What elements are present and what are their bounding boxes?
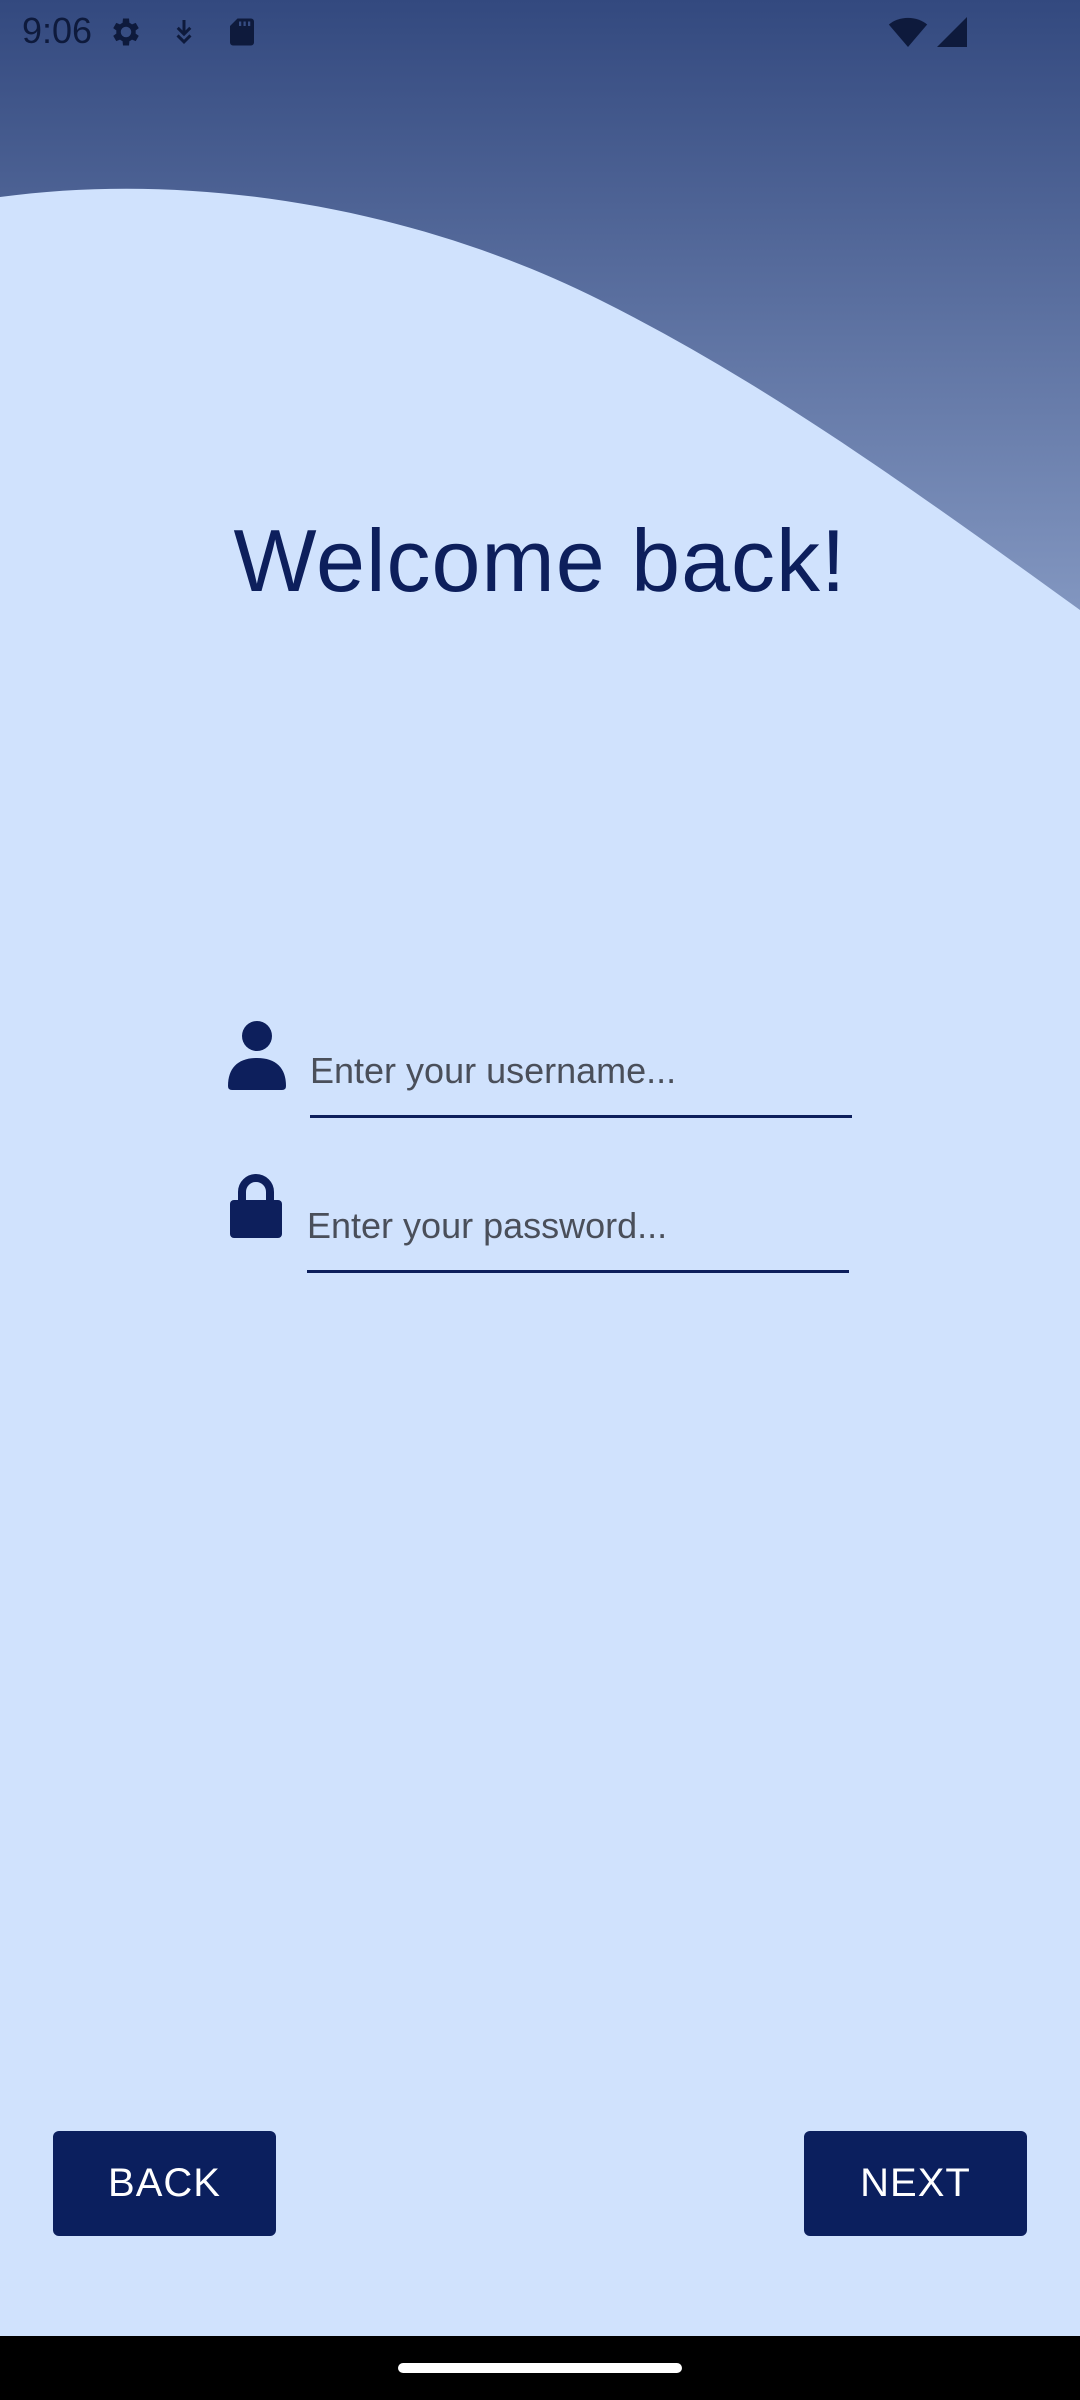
- wifi-icon: [888, 17, 928, 47]
- signal-icon: [937, 17, 967, 47]
- home-gesture-handle[interactable]: [398, 2363, 682, 2373]
- lock-icon: [230, 1174, 282, 1238]
- username-input[interactable]: [310, 1040, 852, 1118]
- user-icon: [228, 1021, 286, 1090]
- navigation-bar: [0, 2336, 1080, 2400]
- status-time: 9:06: [22, 10, 93, 51]
- back-button[interactable]: BACK: [53, 2131, 276, 2236]
- gear-icon: [113, 18, 139, 46]
- download-icon: [176, 20, 192, 44]
- status-bar: 9:06: [0, 0, 1080, 62]
- next-button[interactable]: NEXT: [804, 2131, 1027, 2236]
- password-input[interactable]: [307, 1195, 849, 1273]
- page-title: Welcome back!: [233, 511, 847, 610]
- login-screen: 9:06 Welcome back! BACK NEXT: [0, 0, 1080, 2400]
- sd-card-icon: [230, 18, 254, 46]
